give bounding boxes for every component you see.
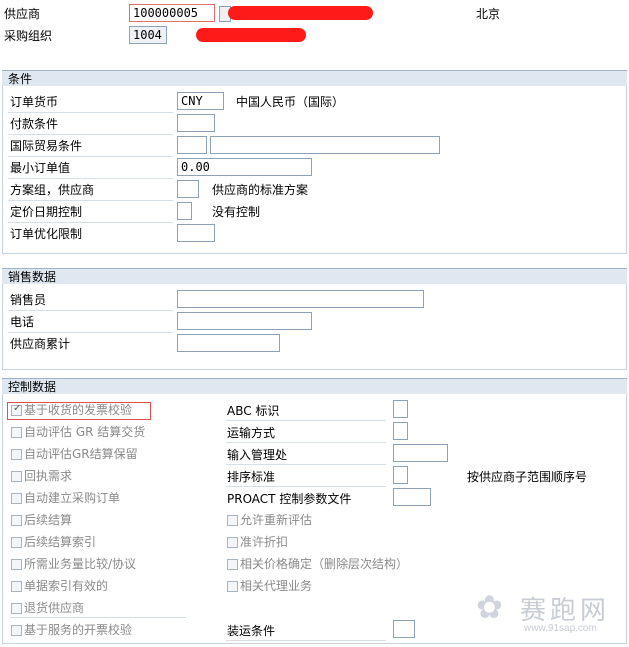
proact-field[interactable] bbox=[393, 488, 431, 506]
order-currency-desc: 中国人民币（国际） bbox=[236, 95, 345, 109]
order-opt-label: 订单优化限制 bbox=[10, 227, 83, 241]
srv-based-iv-checkbox[interactable] bbox=[11, 625, 22, 636]
shipping-label: 装运条件 bbox=[227, 624, 276, 638]
vendor-acc-label: 供应商累计 bbox=[10, 337, 71, 351]
price-det-checkbox[interactable] bbox=[227, 559, 238, 570]
redacted-vendor-name bbox=[228, 6, 373, 20]
reeval-label: 允许重新评估 bbox=[240, 513, 313, 527]
schema-group-desc: 供应商的标准方案 bbox=[212, 183, 309, 197]
ers-reservation-checkbox[interactable] bbox=[11, 449, 22, 460]
pricing-date-field[interactable] bbox=[177, 202, 192, 220]
subseq-settle-label: 后续结算 bbox=[24, 513, 73, 527]
pricing-date-desc: 没有控制 bbox=[212, 205, 261, 219]
incoterms-field[interactable] bbox=[177, 136, 207, 154]
subseq-index-checkbox[interactable] bbox=[11, 537, 22, 548]
reeval-checkbox[interactable] bbox=[227, 515, 238, 526]
incoterms-label: 国际贸易条件 bbox=[10, 139, 83, 153]
ack-required-checkbox[interactable] bbox=[11, 471, 22, 482]
volume-compare-label: 所需业务量比较/协议 bbox=[24, 557, 137, 571]
doc-index-label: 单据索引有效的 bbox=[24, 579, 109, 593]
purch-org-label: 采购组织 bbox=[4, 29, 53, 43]
returns-vendor-label: 退货供应商 bbox=[24, 601, 85, 615]
abc-label: ABC 标识 bbox=[227, 404, 280, 418]
subseq-index-label: 后续结算索引 bbox=[24, 535, 97, 549]
agency-checkbox[interactable] bbox=[227, 581, 238, 592]
ers-delivery-label: 自动评估 GR 结算交货 bbox=[24, 425, 146, 439]
incoterms-part2-field[interactable] bbox=[210, 136, 440, 154]
price-det-label: 相关价格确定（删除层次结构） bbox=[240, 557, 409, 571]
proact-label: PROACT 控制参数文件 bbox=[227, 492, 352, 506]
discount-checkbox[interactable] bbox=[227, 537, 238, 548]
abc-field[interactable] bbox=[393, 400, 408, 418]
watermark-text: 赛跑网 bbox=[520, 596, 611, 626]
section-conditions-header: 条件 bbox=[2, 70, 627, 86]
ers-reservation-label: 自动评估GR结算保留 bbox=[24, 447, 138, 461]
gr-based-iv-checkbox[interactable]: ✓ bbox=[11, 403, 22, 416]
returns-vendor-checkbox[interactable] bbox=[11, 603, 22, 614]
section-control-header: 控制数据 bbox=[2, 378, 627, 394]
purch-org-field[interactable]: 1004 bbox=[129, 26, 167, 44]
ers-delivery-checkbox[interactable] bbox=[11, 427, 22, 438]
shipping-field[interactable] bbox=[393, 620, 415, 638]
watermark-url: www.91sap.com bbox=[524, 623, 597, 634]
order-currency-label: 订单货币 bbox=[10, 95, 59, 109]
order-currency-field[interactable]: CNY bbox=[177, 92, 224, 110]
phone-field[interactable] bbox=[177, 312, 312, 330]
phone-label: 电话 bbox=[10, 315, 35, 329]
transport-label: 运输方式 bbox=[227, 426, 276, 440]
sort-criteria-desc: 按供应商子范围顺序号 bbox=[467, 470, 588, 484]
sort-criteria-field[interactable] bbox=[393, 466, 408, 484]
order-opt-field[interactable] bbox=[177, 224, 215, 242]
salesperson-field[interactable] bbox=[177, 290, 424, 308]
sort-criteria-label: 排序标准 bbox=[227, 470, 276, 484]
import-office-field[interactable] bbox=[393, 444, 448, 462]
doc-index-checkbox[interactable] bbox=[11, 581, 22, 592]
schema-group-label: 方案组，供应商 bbox=[10, 183, 95, 197]
ack-required-label: 回执需求 bbox=[24, 469, 73, 483]
redacted-purch-org-name bbox=[196, 28, 306, 42]
auto-po-checkbox[interactable] bbox=[11, 493, 22, 504]
volume-compare-checkbox[interactable] bbox=[11, 559, 22, 570]
pricing-date-label: 定价日期控制 bbox=[10, 205, 83, 219]
gr-based-iv-label: 基于收货的发票校验 bbox=[24, 403, 133, 417]
section-sales-header: 销售数据 bbox=[2, 268, 627, 284]
min-order-field[interactable]: 0.00 bbox=[177, 158, 312, 176]
vendor-field[interactable]: 100000005 bbox=[129, 4, 215, 22]
import-office-label: 输入管理处 bbox=[227, 448, 288, 462]
transport-field[interactable] bbox=[393, 422, 408, 440]
min-order-label: 最小订单值 bbox=[10, 161, 71, 175]
watermark-logo-icon: ✿ bbox=[476, 588, 503, 626]
vendor-city: 北京 bbox=[476, 7, 501, 21]
vendor-acc-field[interactable] bbox=[177, 334, 280, 352]
auto-po-label: 自动建立采购订单 bbox=[24, 491, 121, 505]
payment-terms-field[interactable] bbox=[177, 114, 215, 132]
salesperson-label: 销售员 bbox=[10, 293, 47, 307]
agency-label: 相关代理业务 bbox=[240, 579, 313, 593]
payment-terms-label: 付款条件 bbox=[10, 117, 59, 131]
subseq-settle-checkbox[interactable] bbox=[11, 515, 22, 526]
discount-label: 准许折扣 bbox=[240, 535, 289, 549]
schema-group-field[interactable] bbox=[177, 180, 199, 198]
vendor-label: 供应商 bbox=[4, 7, 41, 21]
srv-based-iv-label: 基于服务的开票校验 bbox=[24, 623, 133, 637]
